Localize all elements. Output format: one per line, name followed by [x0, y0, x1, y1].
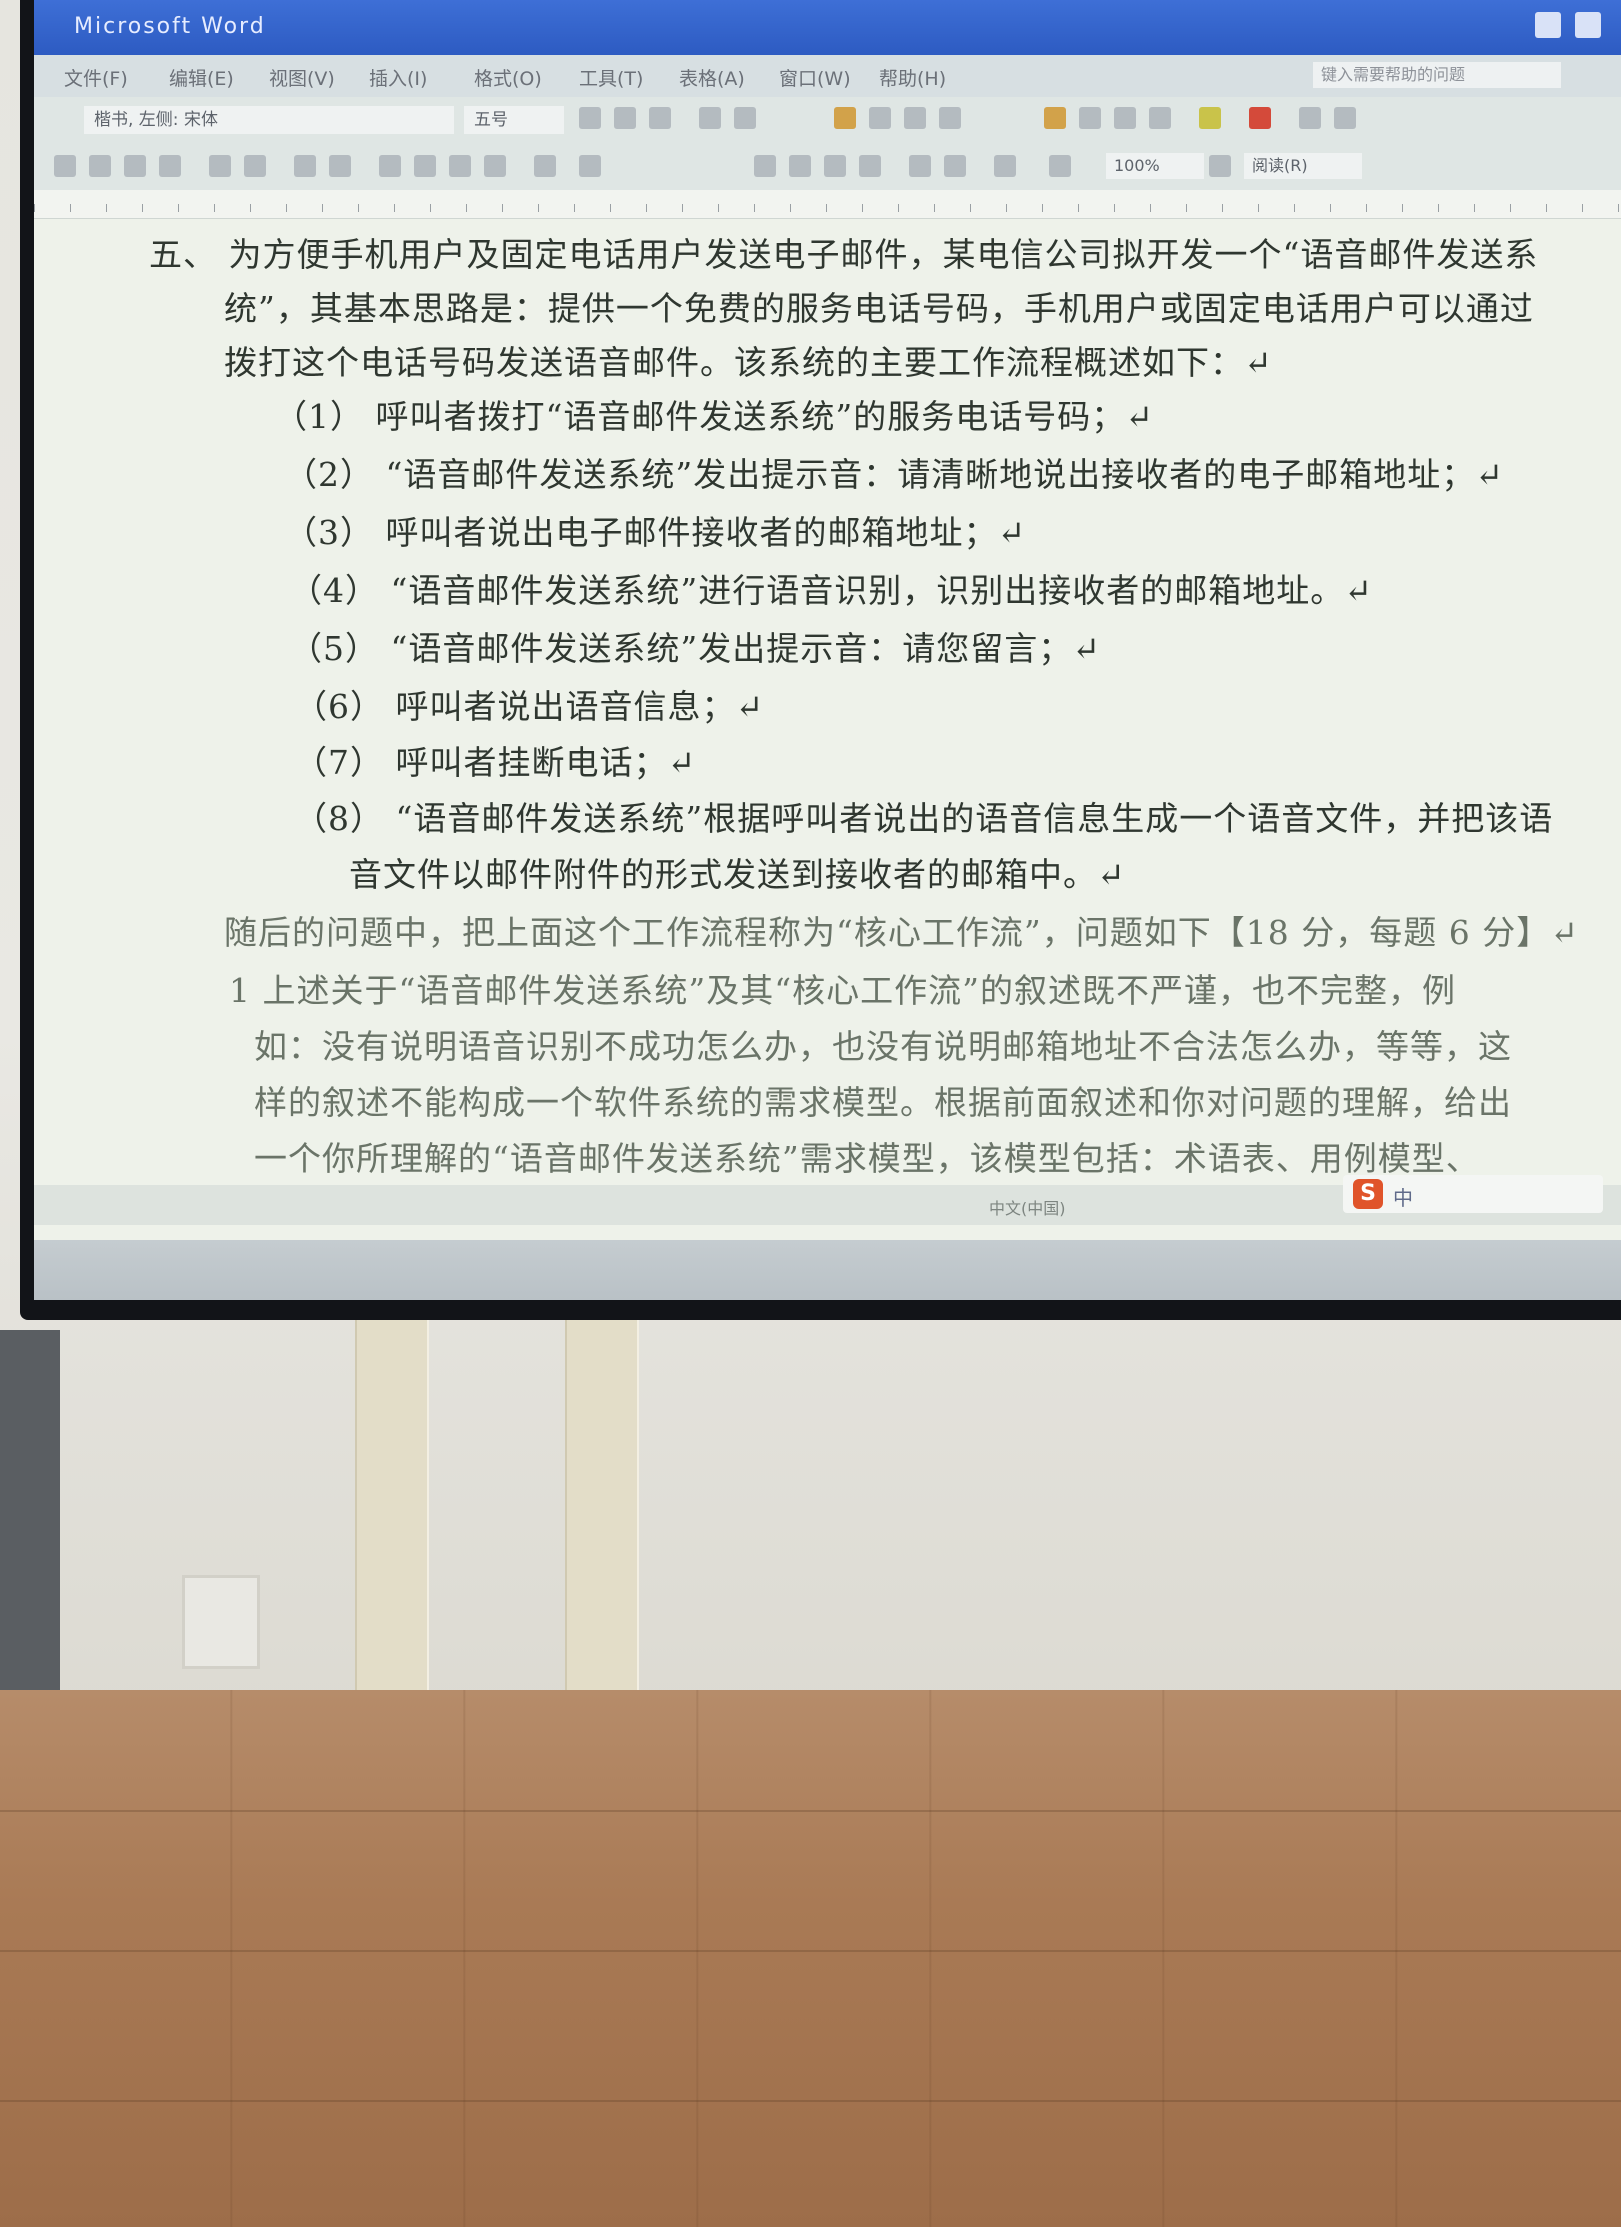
wooden-floor — [0, 1690, 1621, 2227]
save-icon[interactable] — [124, 155, 146, 177]
read-button[interactable]: 阅读(R) — [1244, 153, 1362, 179]
align-left-icon[interactable] — [834, 107, 856, 129]
research-icon[interactable] — [329, 155, 351, 177]
doc-line: （8） “语音邮件发送系统”根据呼叫者说出的语音信息生成一个语音文件，并把该语 — [294, 799, 1554, 838]
menu-edit[interactable]: 编辑(E) — [169, 64, 234, 91]
menu-insert[interactable]: 插入(I) — [369, 64, 427, 91]
doc-line: （3） 呼叫者说出电子邮件接收者的邮箱地址；↵ — [284, 513, 1027, 552]
title-bar: Microsoft Word — [34, 0, 1621, 55]
permission-icon[interactable] — [159, 155, 181, 177]
sogou-ime-icon[interactable]: S — [1353, 1179, 1383, 1209]
justify-icon[interactable] — [939, 107, 961, 129]
align-center-icon[interactable] — [869, 107, 891, 129]
menu-window[interactable]: 窗口(W) — [779, 64, 851, 91]
doc-line: （7） 呼叫者挂断电话；↵ — [294, 743, 697, 782]
font-grow-icon[interactable] — [699, 107, 721, 129]
increase-indent-icon[interactable] — [1149, 107, 1171, 129]
word-window: Microsoft Word 文件(F) 编辑(E) 视图(V) 插入(I) 格… — [34, 0, 1621, 1300]
menu-table[interactable]: 表格(A) — [679, 64, 745, 91]
menu-file[interactable]: 文件(F) — [64, 64, 128, 91]
doc-line: 1 上述关于“语音邮件发送系统”及其“核心工作流”的叙述既不严谨，也不完整，例 — [229, 971, 1456, 1010]
tables-borders-icon[interactable] — [789, 155, 811, 177]
taskbar — [34, 1240, 1621, 1300]
doc-line: 随后的问题中，把上面这个工作流程称为“核心工作流”，问题如下【18 分，每题 6… — [224, 913, 1579, 952]
columns-icon[interactable] — [909, 155, 931, 177]
ime-mode-label[interactable]: 中 — [1393, 1182, 1413, 1211]
menu-tools[interactable]: 工具(T) — [579, 64, 643, 91]
doc-line: 一个你所理解的“语音邮件发送系统”需求模型，该模型包括：术语表、用例模型、 — [254, 1139, 1480, 1178]
bold-icon[interactable] — [579, 107, 601, 129]
close-icon[interactable] — [1575, 12, 1601, 38]
align-right-icon[interactable] — [904, 107, 926, 129]
document-map-icon[interactable] — [994, 155, 1016, 177]
show-hide-icon[interactable] — [1049, 155, 1071, 177]
doc-line: 拨打这个电话号码发送语音邮件。该系统的主要工作流程概述如下：↵ — [224, 343, 1273, 382]
language-status: 中文(中国) — [989, 1199, 1066, 1218]
insert-excel-icon[interactable] — [859, 155, 881, 177]
undo-icon[interactable] — [534, 155, 556, 177]
insert-table-icon[interactable] — [824, 155, 846, 177]
menu-help[interactable]: 帮助(H) — [879, 64, 946, 91]
document-body[interactable]: 五、 为方便手机用户及固定电话用户发送电子邮件，某电信公司拟开发一个“语音邮件发… — [94, 220, 1584, 1190]
doc-line: 样的叙述不能构成一个软件系统的需求模型。根据前面叙述和你对问题的理解，给出 — [254, 1083, 1512, 1122]
menu-bar: 文件(F) 编辑(E) 视图(V) 插入(I) 格式(O) 工具(T) 表格(A… — [34, 55, 1621, 97]
doc-line: （2） “语音邮件发送系统”发出提示音：请清晰地说出接收者的电子邮箱地址；↵ — [284, 455, 1504, 494]
doc-line: （5） “语音邮件发送系统”发出提示音：请您留言；↵ — [289, 629, 1101, 668]
redo-icon[interactable] — [579, 155, 601, 177]
doc-line: （4） “语音邮件发送系统”进行语音识别，识别出接收者的邮箱地址。↵ — [289, 571, 1373, 610]
spelling-icon[interactable] — [294, 155, 316, 177]
phonetic-icon[interactable] — [1299, 107, 1321, 129]
help-icon[interactable] — [1209, 155, 1231, 177]
standard-toolbar: 100% 阅读(R) — [34, 145, 1621, 190]
help-search-input[interactable]: 键入需要帮助的问题 — [1313, 62, 1561, 88]
drawing-icon[interactable] — [944, 155, 966, 177]
doc-line: 五、 为方便手机用户及固定电话用户发送电子邮件，某电信公司拟开发一个“语音邮件发… — [149, 235, 1539, 274]
zoom-dropdown[interactable]: 100% — [1106, 153, 1204, 179]
doc-line: 音文件以邮件附件的形式发送到接收者的邮箱中。↵ — [349, 855, 1126, 894]
menu-view[interactable]: 视图(V) — [269, 64, 335, 91]
wall-plate — [182, 1575, 260, 1669]
bullets-icon[interactable] — [1079, 107, 1101, 129]
style-dropdown[interactable]: 楷书, 左侧: 宋体 — [84, 106, 454, 134]
menu-format[interactable]: 格式(O) — [474, 64, 542, 91]
highlight-icon[interactable] — [1199, 107, 1221, 129]
underline-icon[interactable] — [649, 107, 671, 129]
doc-line: （6） 呼叫者说出语音信息；↵ — [294, 687, 765, 726]
minimize-icon[interactable] — [1535, 12, 1561, 38]
enclosed-char-icon[interactable] — [1334, 107, 1356, 129]
formatting-toolbar: 楷书, 左侧: 宋体 五号 — [34, 97, 1621, 145]
wall-pillar-left — [355, 1300, 429, 1720]
cut-icon[interactable] — [379, 155, 401, 177]
horizontal-ruler[interactable] — [34, 190, 1621, 219]
italic-icon[interactable] — [614, 107, 636, 129]
print-preview-icon[interactable] — [244, 155, 266, 177]
numbering-icon[interactable] — [1044, 107, 1066, 129]
projection-screen: Microsoft Word 文件(F) 编辑(E) 视图(V) 插入(I) 格… — [20, 0, 1621, 1320]
doc-line: 如：没有说明语音识别不成功怎么办，也没有说明邮箱地址不合法怎么办，等等，这 — [254, 1027, 1512, 1066]
font-shrink-icon[interactable] — [734, 107, 756, 129]
print-icon[interactable] — [209, 155, 231, 177]
window-title: Microsoft Word — [74, 14, 266, 39]
ime-toolbar[interactable]: S 中 — [1343, 1175, 1603, 1213]
open-icon[interactable] — [89, 155, 111, 177]
copy-icon[interactable] — [414, 155, 436, 177]
font-color-icon[interactable] — [1249, 107, 1271, 129]
format-painter-icon[interactable] — [484, 155, 506, 177]
font-size-dropdown[interactable]: 五号 — [464, 106, 564, 134]
hyperlink-icon[interactable] — [754, 155, 776, 177]
doc-line: 统”，其基本思路是：提供一个免费的服务电话号码，手机用户或固定电话用户可以通过 — [224, 289, 1534, 328]
paste-icon[interactable] — [449, 155, 471, 177]
doc-line: （1） 呼叫者拨打“语音邮件发送系统”的服务电话号码；↵ — [274, 397, 1154, 436]
decrease-indent-icon[interactable] — [1114, 107, 1136, 129]
new-document-icon[interactable] — [54, 155, 76, 177]
wall-pillar-right — [565, 1300, 639, 1720]
